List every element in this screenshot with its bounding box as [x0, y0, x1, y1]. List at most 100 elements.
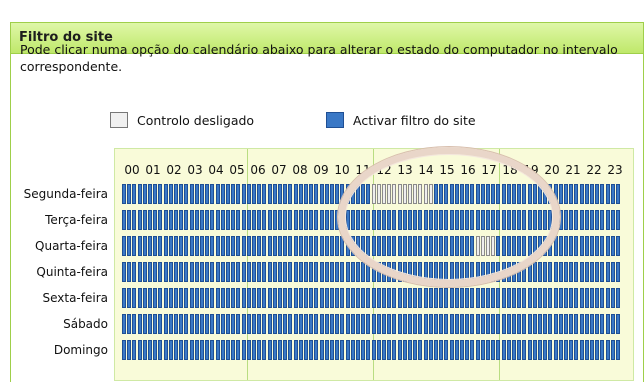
schedule-cell[interactable]	[283, 340, 288, 360]
schedule-cell[interactable]	[569, 314, 574, 334]
schedule-cell[interactable]	[288, 288, 293, 308]
schedule-cell[interactable]	[194, 314, 199, 334]
schedule-cell[interactable]	[371, 288, 376, 308]
schedule-cell[interactable]	[314, 288, 319, 308]
schedule-cell[interactable]	[231, 184, 236, 204]
schedule-cell[interactable]	[543, 340, 548, 360]
schedule-cell[interactable]	[293, 210, 298, 230]
schedule-cell[interactable]	[304, 262, 308, 282]
schedule-cell[interactable]	[132, 210, 137, 230]
schedule-cell[interactable]	[319, 314, 324, 334]
schedule-cell[interactable]	[210, 184, 215, 204]
schedule-cell[interactable]	[220, 184, 225, 204]
schedule-cell[interactable]	[283, 262, 288, 282]
schedule-cell[interactable]	[527, 314, 532, 334]
schedule-cell[interactable]	[501, 314, 506, 334]
schedule-cell[interactable]	[272, 184, 277, 204]
schedule-cell[interactable]	[486, 340, 490, 360]
schedule-cell[interactable]	[236, 288, 241, 308]
schedule-cell[interactable]	[584, 236, 589, 256]
schedule-cell[interactable]	[153, 314, 158, 334]
schedule-cell[interactable]	[293, 236, 298, 256]
schedule-cell[interactable]	[127, 288, 132, 308]
schedule-cell[interactable]	[137, 236, 142, 256]
schedule-cell[interactable]	[142, 210, 147, 230]
schedule-cell[interactable]	[330, 236, 334, 256]
schedule-cell[interactable]	[288, 262, 293, 282]
schedule-cell[interactable]	[418, 288, 423, 308]
schedule-cell[interactable]	[564, 288, 568, 308]
schedule-cell[interactable]	[205, 288, 210, 308]
schedule-cell[interactable]	[439, 314, 444, 334]
schedule-cell[interactable]	[246, 340, 251, 360]
schedule-cell[interactable]	[361, 262, 366, 282]
schedule-cell[interactable]	[174, 236, 178, 256]
schedule-cell[interactable]	[538, 340, 542, 360]
schedule-cell[interactable]	[189, 262, 194, 282]
schedule-cell[interactable]	[298, 210, 303, 230]
schedule-cell[interactable]	[163, 262, 168, 282]
schedule-cell[interactable]	[324, 236, 329, 256]
schedule-cell[interactable]	[257, 288, 262, 308]
schedule-cell[interactable]	[324, 262, 329, 282]
schedule-cell[interactable]	[163, 340, 168, 360]
schedule-cell[interactable]	[309, 236, 314, 256]
schedule-cell[interactable]	[293, 288, 298, 308]
schedule-cell[interactable]	[168, 288, 173, 308]
schedule-cell[interactable]	[600, 288, 605, 308]
schedule-cell[interactable]	[475, 288, 480, 308]
schedule-cell[interactable]	[605, 288, 610, 308]
schedule-cell[interactable]	[179, 210, 184, 230]
schedule-cell[interactable]	[402, 314, 407, 334]
schedule-cell[interactable]	[574, 262, 579, 282]
schedule-cell[interactable]	[449, 340, 454, 360]
schedule-cell[interactable]	[194, 210, 199, 230]
schedule-cell[interactable]	[288, 340, 293, 360]
schedule-cell[interactable]	[335, 184, 340, 204]
schedule-cell[interactable]	[267, 314, 272, 334]
schedule-cell[interactable]	[205, 236, 210, 256]
schedule-cell[interactable]	[189, 210, 194, 230]
schedule-cell[interactable]	[569, 262, 574, 282]
schedule-cell[interactable]	[595, 314, 600, 334]
schedule-cell[interactable]	[252, 340, 256, 360]
schedule-cell[interactable]	[600, 184, 605, 204]
schedule-cell[interactable]	[324, 288, 329, 308]
schedule-cell[interactable]	[486, 314, 490, 334]
schedule-cell[interactable]	[553, 314, 558, 334]
schedule-cell[interactable]	[163, 314, 168, 334]
schedule-cell[interactable]	[470, 314, 475, 334]
schedule-cell[interactable]	[309, 210, 314, 230]
schedule-cell[interactable]	[616, 288, 620, 308]
schedule-cell[interactable]	[174, 314, 178, 334]
schedule-cell[interactable]	[215, 314, 220, 334]
schedule-cell[interactable]	[314, 262, 319, 282]
schedule-cell[interactable]	[460, 340, 464, 360]
schedule-cell[interactable]	[236, 314, 241, 334]
schedule-cell[interactable]	[163, 288, 168, 308]
schedule-cell[interactable]	[434, 288, 438, 308]
schedule-cell[interactable]	[579, 262, 584, 282]
schedule-cell[interactable]	[220, 236, 225, 256]
schedule-cell[interactable]	[142, 340, 147, 360]
schedule-cell[interactable]	[330, 288, 334, 308]
schedule-cell[interactable]	[226, 210, 230, 230]
schedule-cell[interactable]	[616, 340, 620, 360]
schedule-cell[interactable]	[387, 340, 392, 360]
schedule-cell[interactable]	[413, 314, 418, 334]
schedule-cell[interactable]	[371, 340, 376, 360]
schedule-cell[interactable]	[605, 210, 610, 230]
schedule-cell[interactable]	[439, 340, 444, 360]
schedule-cell[interactable]	[366, 314, 371, 334]
schedule-cell[interactable]	[226, 236, 230, 256]
schedule-cell[interactable]	[168, 262, 173, 282]
schedule-cell[interactable]	[569, 340, 574, 360]
schedule-cell[interactable]	[210, 314, 215, 334]
schedule-cell[interactable]	[298, 288, 303, 308]
schedule-cell[interactable]	[434, 314, 438, 334]
schedule-cell[interactable]	[428, 340, 433, 360]
schedule-cell[interactable]	[236, 262, 241, 282]
schedule-cell[interactable]	[293, 340, 298, 360]
schedule-cell[interactable]	[610, 184, 615, 204]
schedule-cell[interactable]	[605, 314, 610, 334]
